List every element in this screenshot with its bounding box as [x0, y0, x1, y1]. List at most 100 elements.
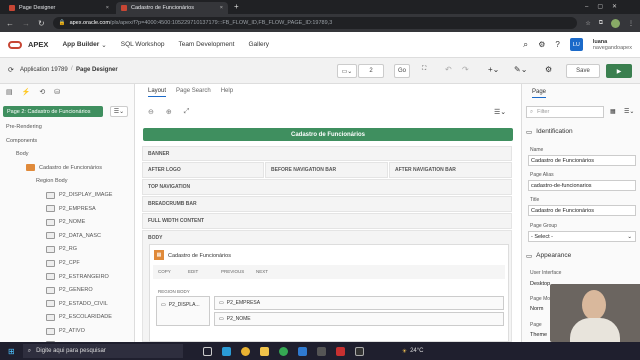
create-icon[interactable]: +⌄ [488, 65, 499, 74]
nav-sql-workshop[interactable]: SQL Workshop [121, 41, 165, 48]
item-empresa[interactable]: ▭ P2_EMPRESA [214, 296, 504, 310]
lock-page-icon[interactable]: ⛶ [422, 66, 426, 73]
region-full-width[interactable]: FULL WIDTH CONTENT [142, 213, 512, 229]
redo-icon[interactable]: ↷ [462, 65, 469, 74]
browser-tab-page-designer[interactable]: Page Designer × [4, 2, 114, 14]
star-icon[interactable]: ☆ [585, 20, 590, 27]
tree-item[interactable]: P2_DATA_NASC [46, 231, 101, 241]
tree-menu-button[interactable]: ☰⌄ [110, 106, 128, 117]
region-top-navigation[interactable]: TOP NAVIGATION [142, 179, 512, 195]
tree-item[interactable]: P2_DISPLAY_IMAGE [46, 190, 112, 200]
windows-start-icon[interactable]: ⊞ [8, 347, 15, 356]
breadcrumb-app[interactable]: Application 19789 [20, 67, 68, 73]
search-icon[interactable]: ⌕ [523, 39, 528, 50]
extensions-icon[interactable]: ⧉ [599, 20, 603, 27]
close-tab-icon[interactable]: × [220, 5, 223, 11]
title-field[interactable]: Cadastro de Funcionários [528, 205, 636, 216]
page-node[interactable]: Page 2: Cadastro de Funcionários [3, 106, 103, 117]
tree-item[interactable]: Components [6, 136, 37, 146]
apex-logo[interactable]: APEX [8, 40, 48, 49]
url-input[interactable]: 🔒 apex.oracle.com/pls/apex/f?p=4000:4500… [52, 17, 578, 29]
slot-copy[interactable]: COPY [158, 269, 171, 274]
nav-team-development[interactable]: Team Development [178, 41, 234, 48]
forward-arrow-icon[interactable]: → [22, 19, 30, 28]
go-button[interactable]: Go [394, 64, 410, 78]
tree-item[interactable]: P2_EMPRESA [46, 204, 96, 214]
region-after-nav[interactable]: AFTER NAVIGATION BAR [389, 162, 512, 178]
file-explorer-icon[interactable] [259, 346, 269, 356]
name-field[interactable]: Cadastro de Funcionários [528, 155, 636, 166]
shared-components-tab-icon[interactable]: ⛁ [54, 88, 60, 96]
temperature[interactable]: 24°C [410, 348, 423, 354]
slot-previous[interactable]: PREVIOUS [221, 269, 244, 274]
item-nome[interactable]: ▭ P2_NOME [214, 312, 504, 326]
go-to-group-icon[interactable]: ▦ [610, 108, 616, 115]
utilities-icon[interactable]: ✎⌄ [514, 65, 527, 74]
page-selector-button[interactable]: ▭⌄ [337, 64, 357, 78]
region-before-nav[interactable]: BEFORE NAVIGATION BAR [265, 162, 388, 178]
chrome-profile-icon[interactable] [278, 346, 288, 356]
tree-item[interactable]: P2_ESTADO_CIVIL [46, 299, 108, 309]
tree-item[interactable]: Pre-Rendering [6, 122, 42, 132]
slot-next[interactable]: NEXT [256, 269, 268, 274]
layout-menu-icon[interactable]: ☰⌄ [494, 108, 506, 116]
nav-app-builder[interactable]: App Builder [62, 41, 99, 48]
tree-item[interactable]: P2_NOME [46, 217, 85, 227]
help-icon[interactable]: ? [555, 40, 559, 49]
user-menu[interactable]: luana navegandoapex [593, 39, 632, 51]
tree-item[interactable]: Cadastro de Funcionários [26, 163, 102, 173]
rendering-tab-icon[interactable]: ▤ [6, 88, 13, 96]
alias-field[interactable]: cadastro-de-funcionarios [528, 180, 636, 191]
region-banner[interactable]: BANNER [142, 146, 512, 161]
window-controls[interactable]: –▢✕ [585, 3, 626, 10]
section-appearance[interactable]: ▭ Appearance [526, 252, 571, 260]
tree-item[interactable]: P2_RG [46, 244, 77, 254]
save-button[interactable]: Save [566, 64, 600, 78]
template-value[interactable]: Theme [530, 332, 547, 338]
profile-icon[interactable] [611, 18, 620, 28]
processing-tab-icon[interactable]: ⟲ [39, 88, 45, 96]
tab-page[interactable]: Page [532, 89, 547, 98]
tree-item[interactable]: P2_GENERO [46, 285, 93, 295]
tree-item[interactable]: P2_ESCOLARIDADE [46, 312, 112, 322]
tree-item[interactable]: P2_ATIVO [46, 326, 85, 336]
zoom-out-icon[interactable]: ⊖ [148, 108, 154, 116]
tree-item[interactable]: P2_CPF [46, 258, 80, 268]
page-title-bar[interactable]: Cadastro de Funcionários [143, 128, 513, 141]
task-view-icon[interactable] [202, 346, 212, 356]
avatar[interactable]: LU [569, 38, 583, 51]
zoom-in-icon[interactable]: ⊕ [166, 108, 172, 116]
menu-icon[interactable]: ⋮ [628, 20, 634, 27]
chrome-icon[interactable] [240, 346, 250, 356]
tree-item[interactable]: Region Body [36, 176, 68, 186]
region-breadcrumb-bar[interactable]: BREADCRUMB BAR [142, 196, 512, 212]
camera-icon[interactable] [354, 346, 364, 356]
tab-page-search[interactable]: Page Search [176, 88, 211, 97]
browser-tab-cadastro[interactable]: Cadastro de Funcionários × [116, 2, 228, 14]
back-arrow-icon[interactable]: ← [6, 19, 14, 28]
vscode-icon[interactable] [297, 346, 307, 356]
item-display-image[interactable]: ▭ P2_DISPLA... [156, 296, 210, 326]
weather-icon[interactable]: ☀ [402, 348, 407, 355]
shared-components-icon[interactable]: ⚙ [545, 65, 552, 74]
tab-layout[interactable]: Layout [148, 88, 167, 97]
undo-icon[interactable]: ↶ [445, 65, 452, 74]
app-icon[interactable] [335, 346, 345, 356]
expand-icon[interactable]: ⤢ [184, 108, 190, 116]
new-tab-button[interactable]: + [234, 2, 239, 11]
tree-item[interactable]: Body [16, 149, 29, 159]
section-identification[interactable]: ▭ Identification [526, 128, 573, 136]
close-tab-icon[interactable]: × [106, 5, 109, 11]
run-page-button[interactable]: ▶ [606, 64, 632, 78]
edge-icon[interactable] [221, 346, 231, 356]
property-menu-icon[interactable]: ☰⌄ [624, 108, 634, 115]
nav-gallery[interactable]: Gallery [248, 41, 269, 48]
page-number-input[interactable]: 2 [358, 64, 384, 78]
dynamic-actions-tab-icon[interactable]: ⚡ [22, 88, 31, 96]
reload-icon[interactable]: ↻ [38, 19, 45, 28]
card-region-cadastro[interactable]: ▦ Cadastro de Funcionários COPY EDIT PRE… [149, 244, 509, 342]
tree-item[interactable]: P2_ESTRANGEIRO [46, 272, 109, 282]
filter-input[interactable]: ⌕ Filter [526, 106, 604, 118]
taskbar-search[interactable]: ⌕ Digite aqui para pesquisar [22, 344, 183, 358]
store-icon[interactable] [316, 346, 326, 356]
